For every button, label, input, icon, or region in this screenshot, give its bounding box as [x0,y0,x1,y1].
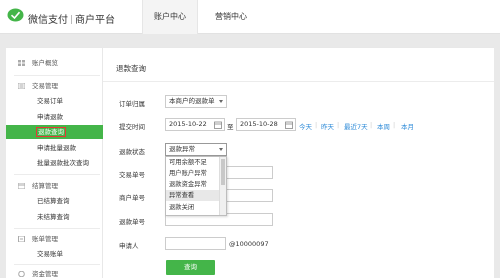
divider: | [370,121,373,129]
refund-status-label: 退款状态 [119,148,145,156]
divider [14,174,100,175]
divider: | [315,121,318,129]
page-title: 退款查询 [116,64,146,73]
sidebar-item-label: 已结算查询 [37,197,70,205]
refund-status-select[interactable]: 退款异常 [165,143,227,156]
submit-time-label: 提交时间 [119,123,145,131]
merchant-no-label: 商户单号 [119,194,145,202]
transaction-icon [18,83,25,89]
sidebar-group-funds[interactable]: 资金管理 [6,267,103,278]
divider: | [393,121,396,129]
sidebar-group-transactions[interactable]: 交易管理 [6,79,103,93]
applicant-input[interactable] [165,237,226,250]
refund-status-value: 退款异常 [169,145,195,153]
quick-range-today[interactable]: 今天 [299,121,312,131]
bill-icon [18,236,25,242]
status-option[interactable]: 可用余额不足 [166,157,220,168]
calendar-icon[interactable] [214,121,222,129]
brand-subtitle: 商户平台 [75,15,115,26]
quick-range-yesterday[interactable]: 昨天 [321,121,334,131]
sidebar-group-label: 结算管理 [32,182,58,190]
sidebar-item-label: 退款查询 [36,127,66,137]
calendar-icon[interactable] [285,121,293,129]
divider [103,81,494,82]
sidebar-item-trade-orders[interactable]: 交易订单 [6,94,103,108]
tab-account-center[interactable]: 账户中心 [142,0,198,34]
sidebar-group-label: 交易管理 [32,82,58,90]
order-owner-value: 本商户的退款单 [169,97,215,105]
status-option[interactable]: 异常查看 [166,190,220,201]
brand-name: 微信支付 [28,15,68,26]
applicant-suffix: @10000097 [229,240,269,248]
sidebar-item-batch-refund-query[interactable]: 批量退款批次查询 [6,156,103,170]
sidebar-item-refund-query[interactable]: 退款查询 [6,125,103,139]
funds-icon [18,271,25,277]
sidebar-item-label: 交易订单 [37,97,63,105]
refund-no-label: 退款单号 [119,218,145,226]
sidebar-item-settled[interactable]: 已结算查询 [6,194,103,208]
status-option[interactable]: 退款关闭 [166,202,220,213]
date-to-input[interactable]: 2015-10-28 [236,118,296,131]
wechat-pay-logo-icon [7,8,24,22]
divider [14,75,100,76]
tab-marketing-center[interactable]: 营销中心 [203,0,259,34]
overview-icon [18,60,25,66]
brand-title: 微信支付 商户平台 [28,11,115,26]
sidebar-group-label: 资金管理 [32,270,58,278]
quick-range-this-week[interactable]: 本周 [377,121,390,131]
sidebar-item-apply-refund[interactable]: 申请退款 [6,110,103,124]
sidebar-item-label: 未结算查询 [37,213,70,221]
dropdown-scrollbar[interactable] [219,157,226,215]
sidebar-group-overview[interactable]: 账户概览 [6,56,103,70]
chevron-down-icon [219,148,223,151]
date-to-value: 2015-10-28 [240,120,278,128]
sidebar-item-trade-bill[interactable]: 交易账单 [6,247,103,261]
quick-range-this-month[interactable]: 本月 [401,121,414,131]
quick-range-last-7-days[interactable]: 最近7天 [344,121,368,131]
sidebar-group-label: 账户概览 [32,59,58,67]
sidebar-group-bills[interactable]: 账单管理 [6,232,103,246]
order-owner-select[interactable]: 本商户的退款单 [165,95,227,108]
sidebar: 账户概览 交易管理 交易订单 申请退款 退款查询 申请批量退款 批量退款批次查询… [6,47,103,278]
divider: | [337,121,340,129]
applicant-label: 申请人 [119,242,139,250]
main-content: 退款查询 [103,47,494,278]
chevron-down-icon [219,100,223,103]
scrollbar-thumb[interactable] [221,159,225,185]
date-from-value: 2015-10-22 [169,120,207,128]
sidebar-group-label: 账单管理 [32,235,58,243]
settlement-icon [18,183,25,189]
divider [14,264,100,265]
sidebar-item-batch-refund[interactable]: 申请批量退款 [6,141,103,155]
sidebar-item-label: 批量退款批次查询 [37,159,89,167]
sidebar-item-label: 申请退款 [37,113,63,121]
query-button[interactable]: 查询 [166,260,215,275]
sidebar-item-label: 交易账单 [37,250,63,258]
date-range-separator: 至 [227,123,234,131]
divider [14,228,100,229]
status-option[interactable]: 退款资金异常 [166,179,220,190]
trade-no-label: 交易单号 [119,171,145,179]
date-from-input[interactable]: 2015-10-22 [165,118,225,131]
top-navigation-bar: 微信支付 商户平台 账户中心 营销中心 [0,0,500,34]
sidebar-group-settlement[interactable]: 结算管理 [6,179,103,193]
order-owner-label: 订单归属 [119,100,145,108]
sidebar-item-unsettled[interactable]: 未结算查询 [6,210,103,224]
status-option[interactable]: 用户账户异常 [166,168,220,179]
refund-status-dropdown: 可用余额不足 用户账户异常 退款资金异常 异常查看 退款关闭 [165,156,227,216]
sidebar-item-label: 申请批量退款 [37,144,76,152]
